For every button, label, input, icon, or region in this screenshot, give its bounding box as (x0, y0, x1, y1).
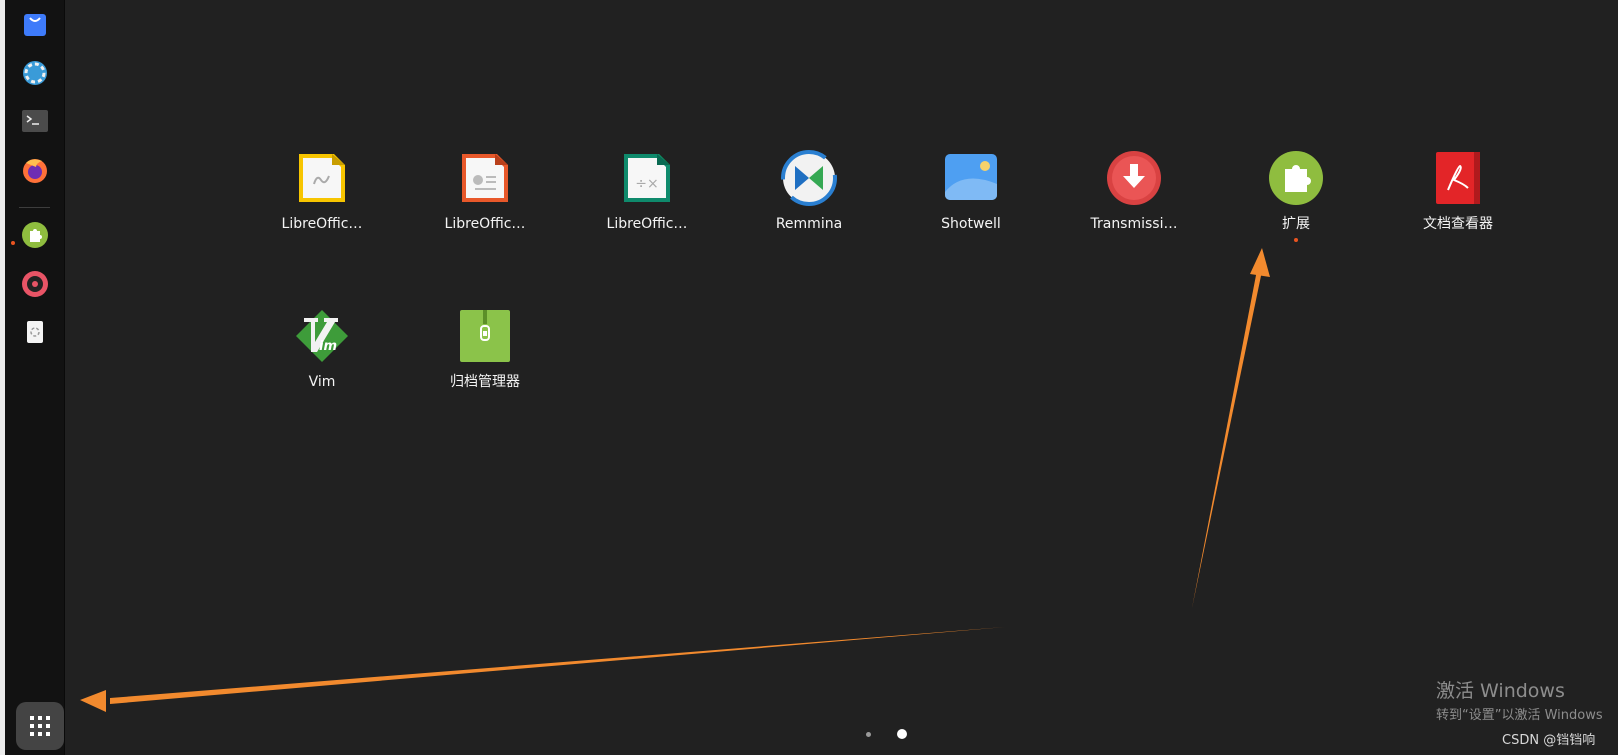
libreoffice-impress-icon (457, 150, 513, 206)
vim-icon: im (294, 308, 350, 364)
document-viewer-icon (1430, 150, 1486, 206)
app-extensions[interactable]: 扩展 (1231, 150, 1361, 260)
app-shotwell[interactable]: Shotwell (906, 150, 1036, 260)
app-label: Remmina (775, 216, 843, 232)
shotwell-icon (943, 150, 999, 206)
libreoffice-calc-icon: ÷× (619, 150, 675, 206)
show-applications-button[interactable] (16, 702, 64, 750)
running-indicator (11, 241, 15, 245)
trash-icon[interactable] (20, 317, 50, 347)
app-remmina[interactable]: Remmina (744, 150, 874, 260)
app-vim[interactable]: im Vim (257, 308, 387, 418)
grid-icon (30, 716, 50, 736)
app-libreoffice-calc[interactable]: ÷× LibreOffic… (582, 150, 712, 260)
app-label: Transmissi… (1090, 216, 1178, 232)
svg-text:÷×: ÷× (635, 176, 658, 192)
dock-separator (19, 207, 50, 208)
annotation-arrow-to-extensions (1192, 270, 1262, 608)
extensions-icon (1268, 150, 1324, 206)
annotation-arrow-to-show-apps (110, 627, 1005, 704)
app-label: Shotwell (941, 216, 1001, 232)
app-label: LibreOffic… (606, 216, 688, 232)
remmina-icon (781, 150, 837, 206)
app-label: 扩展 (1282, 216, 1310, 232)
annotation-arrow-head-left (80, 690, 106, 712)
page-indicator-1[interactable] (866, 732, 871, 737)
app-libreoffice-writer[interactable]: LibreOffic… (257, 150, 387, 260)
archive-manager-icon (457, 308, 513, 364)
app-libreoffice-impress[interactable]: LibreOffic… (420, 150, 550, 260)
activation-watermark-subtitle: 转到“设置”以激活 Windows (1436, 708, 1603, 723)
ubuntu-software-icon[interactable] (20, 9, 50, 39)
running-indicator (1294, 238, 1298, 242)
dock (5, 0, 65, 755)
page-indicator-2-active[interactable] (897, 729, 907, 739)
app-archive-manager[interactable]: 归档管理器 (420, 308, 550, 418)
app-label: Vim (308, 374, 336, 390)
svg-text:im: im (319, 339, 337, 354)
transmission-icon (1106, 150, 1162, 206)
extensions-icon[interactable] (20, 220, 50, 250)
app-label: 归档管理器 (450, 374, 520, 390)
app-label: LibreOffic… (444, 216, 526, 232)
libreoffice-writer-icon (294, 150, 350, 206)
help-icon[interactable] (20, 58, 50, 88)
app-transmission[interactable]: Transmissi… (1069, 150, 1199, 260)
csdn-credit: CSDN @铛铛响 (1502, 733, 1596, 748)
rhythmbox-icon[interactable] (20, 269, 50, 299)
activation-watermark-title: 激活 Windows (1436, 680, 1565, 702)
app-label: LibreOffic… (281, 216, 363, 232)
firefox-icon[interactable] (20, 155, 50, 185)
annotation-arrows (80, 248, 1270, 712)
app-label: 文档查看器 (1423, 216, 1493, 232)
terminal-icon[interactable] (20, 106, 50, 136)
app-document-viewer[interactable]: 文档查看器 (1393, 150, 1523, 260)
